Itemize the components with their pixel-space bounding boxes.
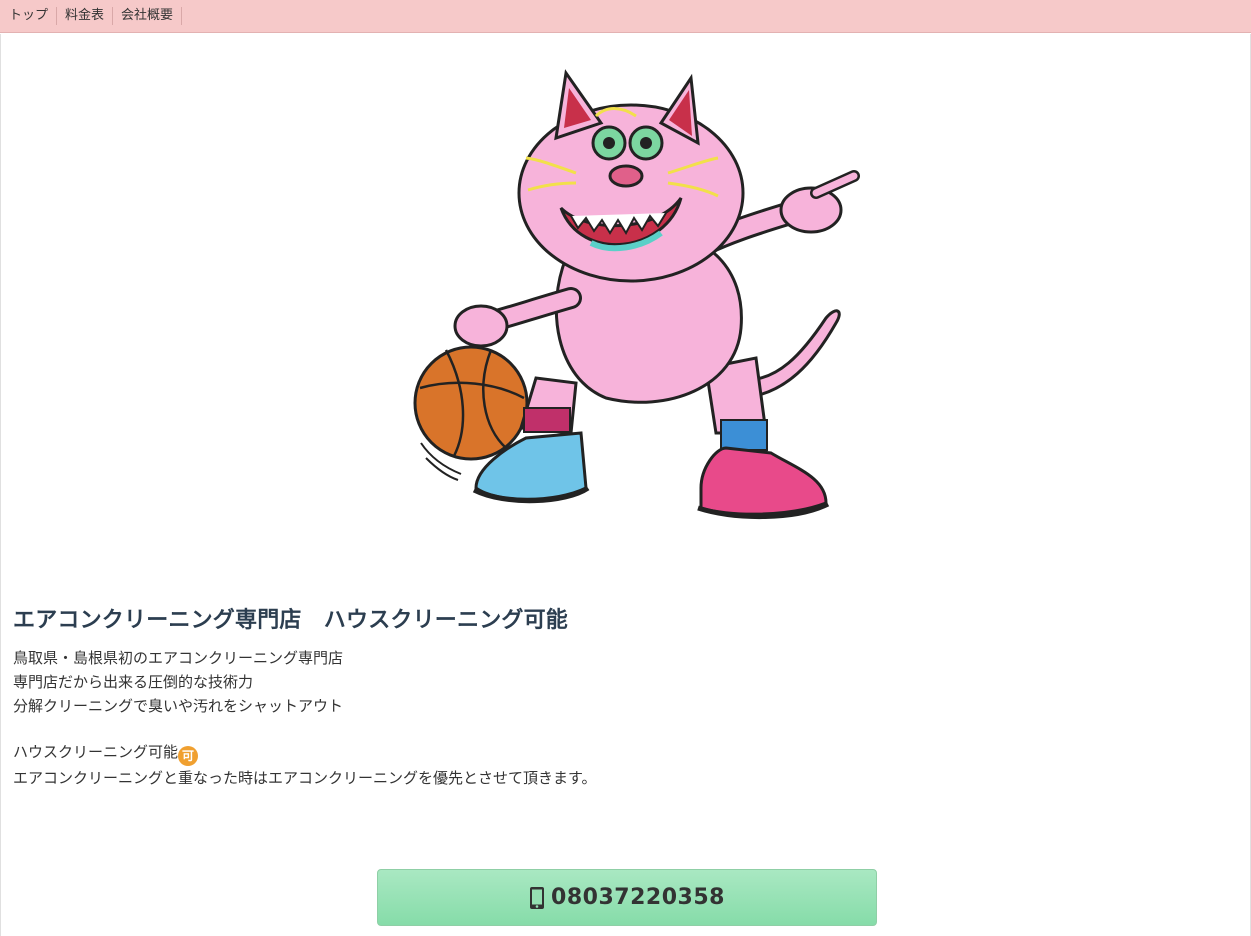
description-block: 鳥取県・島根県初のエアコンクリーニング専門店 専門店だから出来る圧倒的な技術力 … bbox=[13, 646, 597, 790]
mobile-phone-icon bbox=[530, 886, 545, 909]
house-cleaning-text: ハウスクリーニング可能 bbox=[13, 743, 179, 761]
top-navigation: トップ 料金表 会社概要 bbox=[0, 0, 1251, 33]
main-content: エアコンクリーニング専門店 ハウスクリーニング可能 鳥取県・島根県初のエアコンク… bbox=[0, 34, 1251, 936]
call-phone-button[interactable]: 08037220358 bbox=[377, 869, 877, 926]
nav-item-company[interactable]: 会社概要 bbox=[113, 7, 183, 25]
priority-note: エアコンクリーニングと重なった時はエアコンクリーニングを優先とさせて頂きます。 bbox=[13, 769, 597, 787]
mascot-illustration bbox=[413, 69, 860, 519]
description-line: 専門店だから出来る圧倒的な技術力 bbox=[13, 673, 254, 691]
nav-item-top[interactable]: トップ bbox=[0, 7, 58, 25]
house-cleaning-line: ハウスクリーニング可能可 bbox=[13, 740, 597, 766]
description-line: 鳥取県・島根県初のエアコンクリーニング専門店 bbox=[13, 649, 344, 667]
page-headline: エアコンクリーニング専門店 ハウスクリーニング可能 bbox=[13, 608, 569, 633]
description-line: 分解クリーニングで臭いや汚れをシャットアウト bbox=[13, 697, 344, 715]
nav-item-pricing[interactable]: 料金表 bbox=[57, 7, 114, 25]
available-badge-icon: 可 bbox=[178, 746, 199, 766]
phone-number: 08037220358 bbox=[551, 885, 725, 910]
